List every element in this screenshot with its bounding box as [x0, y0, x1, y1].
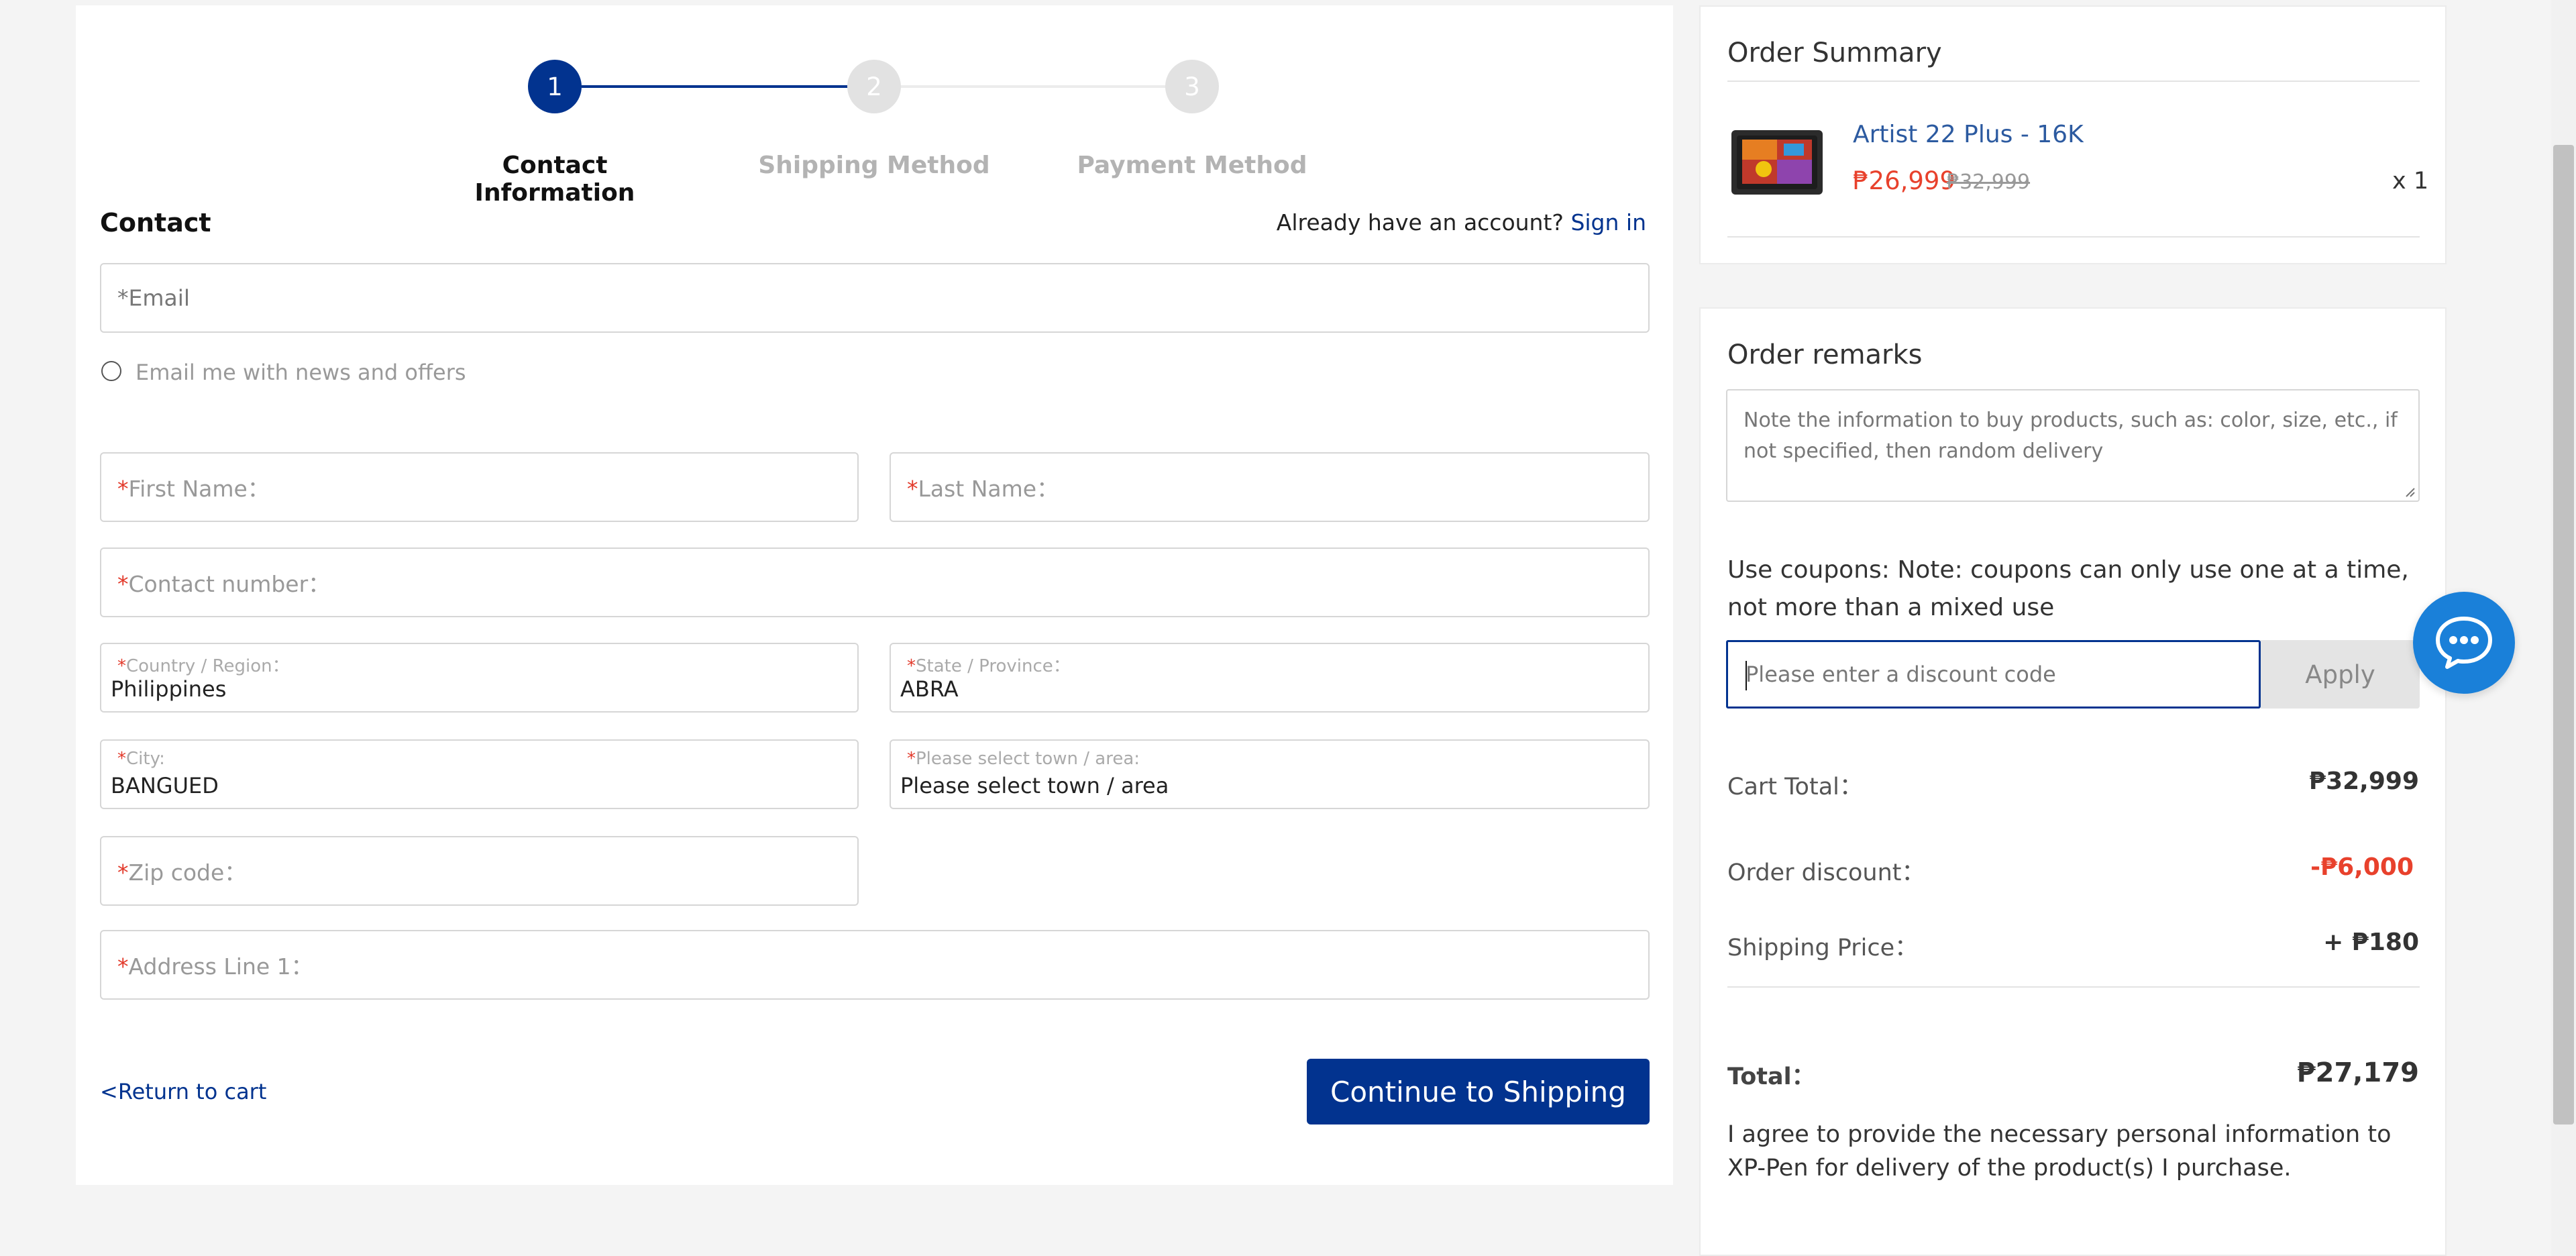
state-label: *State / Province： — [907, 656, 1071, 676]
apply-coupon-button[interactable]: Apply — [2261, 640, 2420, 709]
step-line-pending — [901, 85, 1192, 88]
summary-divider-bottom — [1727, 236, 2420, 238]
text-cursor — [1746, 661, 1747, 690]
country-value: Philippines — [111, 676, 227, 702]
product-original-price: ₱32,999 — [1947, 170, 2031, 194]
order-remarks-heading: Order remarks — [1727, 339, 1923, 370]
city-select[interactable]: *City: BANGUED — [100, 739, 859, 809]
address-line-1-placeholder: *Address Line 1： — [117, 953, 313, 980]
shipping-price-label: Shipping Price： — [1727, 935, 1919, 961]
order-discount-value: -₱6,000 — [2310, 853, 2414, 881]
resize-handle-icon[interactable] — [2404, 486, 2416, 498]
town-value: Please select town / area — [900, 773, 1169, 798]
city-label: *City: — [117, 749, 165, 769]
scrollbar-thumb[interactable] — [2553, 145, 2574, 1124]
zip-code-placeholder: *Zip code： — [117, 859, 247, 886]
totals-divider — [1727, 986, 2420, 988]
city-value: BANGUED — [111, 773, 219, 798]
order-discount-label: Order discount： — [1727, 859, 1925, 886]
country-label: *Country / Region： — [117, 656, 290, 676]
discount-code-placeholder: Please enter a discount code — [1746, 662, 2056, 687]
town-select[interactable]: *Please select town / area: Please selec… — [890, 739, 1650, 809]
step-3-indicator: 3 — [1165, 60, 1219, 113]
newsletter-radio[interactable] — [101, 361, 121, 381]
address-line-1-field[interactable]: *Address Line 1： — [100, 930, 1650, 1000]
product-thumbnail — [1731, 130, 1823, 195]
newsletter-label: Email me with news and offers — [136, 360, 466, 385]
order-summary-heading: Order Summary — [1727, 38, 1942, 68]
order-remarks-placeholder: Note the information to buy products, su… — [1743, 409, 2398, 463]
order-remarks-textarea[interactable]: Note the information to buy products, su… — [1726, 389, 2420, 502]
state-value: ABRA — [900, 676, 959, 702]
step-3-label: Payment Method — [1077, 152, 1307, 179]
total-label: Total： — [1727, 1063, 1815, 1090]
shipping-price-value: + ₱180 — [2323, 929, 2419, 956]
country-select[interactable]: *Country / Region： Philippines — [100, 643, 859, 713]
step-2-label: Shipping Method — [758, 152, 990, 179]
account-prompt: Already have an account? Sign in — [1277, 209, 1646, 235]
step-2-indicator: 2 — [847, 60, 901, 113]
last-name-field[interactable]: *Last Name： — [890, 452, 1650, 522]
product-quantity: x 1 — [2392, 168, 2429, 195]
first-name-placeholder: *First Name： — [117, 476, 270, 502]
summary-divider-top — [1727, 81, 2420, 82]
chat-button[interactable] — [2413, 592, 2515, 694]
step-1-label: Contact Information — [474, 152, 635, 207]
contact-heading: Contact — [100, 208, 211, 238]
sign-in-link[interactable]: Sign in — [1570, 209, 1646, 235]
product-name-link[interactable]: Artist 22 Plus - 16K — [1853, 121, 2084, 148]
email-placeholder: *Email — [117, 284, 191, 311]
email-field[interactable]: *Email — [100, 263, 1650, 333]
return-to-cart-link[interactable]: <Return to cart — [100, 1079, 266, 1104]
state-select[interactable]: *State / Province： ABRA — [890, 643, 1650, 713]
step-line-completed — [582, 85, 874, 88]
discount-code-input[interactable]: Please enter a discount code — [1726, 640, 2261, 709]
agreement-text: I agree to provide the necessary persona… — [1727, 1121, 2392, 1182]
coupon-note: Use coupons: Note: coupons can only use … — [1727, 556, 2409, 621]
zip-code-field[interactable]: *Zip code： — [100, 836, 859, 906]
product-price: ₱26,999 — [1853, 166, 1956, 195]
chat-icon — [2436, 617, 2492, 669]
first-name-field[interactable]: *First Name： — [100, 452, 859, 522]
cart-total-label: Cart Total： — [1727, 774, 1863, 800]
contact-number-field[interactable]: *Contact number： — [100, 547, 1650, 617]
last-name-placeholder: *Last Name： — [907, 476, 1059, 502]
cart-total-value: ₱32,999 — [2309, 768, 2419, 795]
contact-number-placeholder: *Contact number： — [117, 571, 331, 597]
total-value: ₱27,179 — [2296, 1057, 2419, 1088]
tablet-image — [1737, 136, 1817, 189]
account-prompt-text: Already have an account? — [1276, 209, 1564, 235]
step-1-indicator: 1 — [528, 60, 582, 113]
continue-to-shipping-button[interactable]: Continue to Shipping — [1307, 1059, 1650, 1124]
town-label: *Please select town / area: — [907, 749, 1140, 769]
